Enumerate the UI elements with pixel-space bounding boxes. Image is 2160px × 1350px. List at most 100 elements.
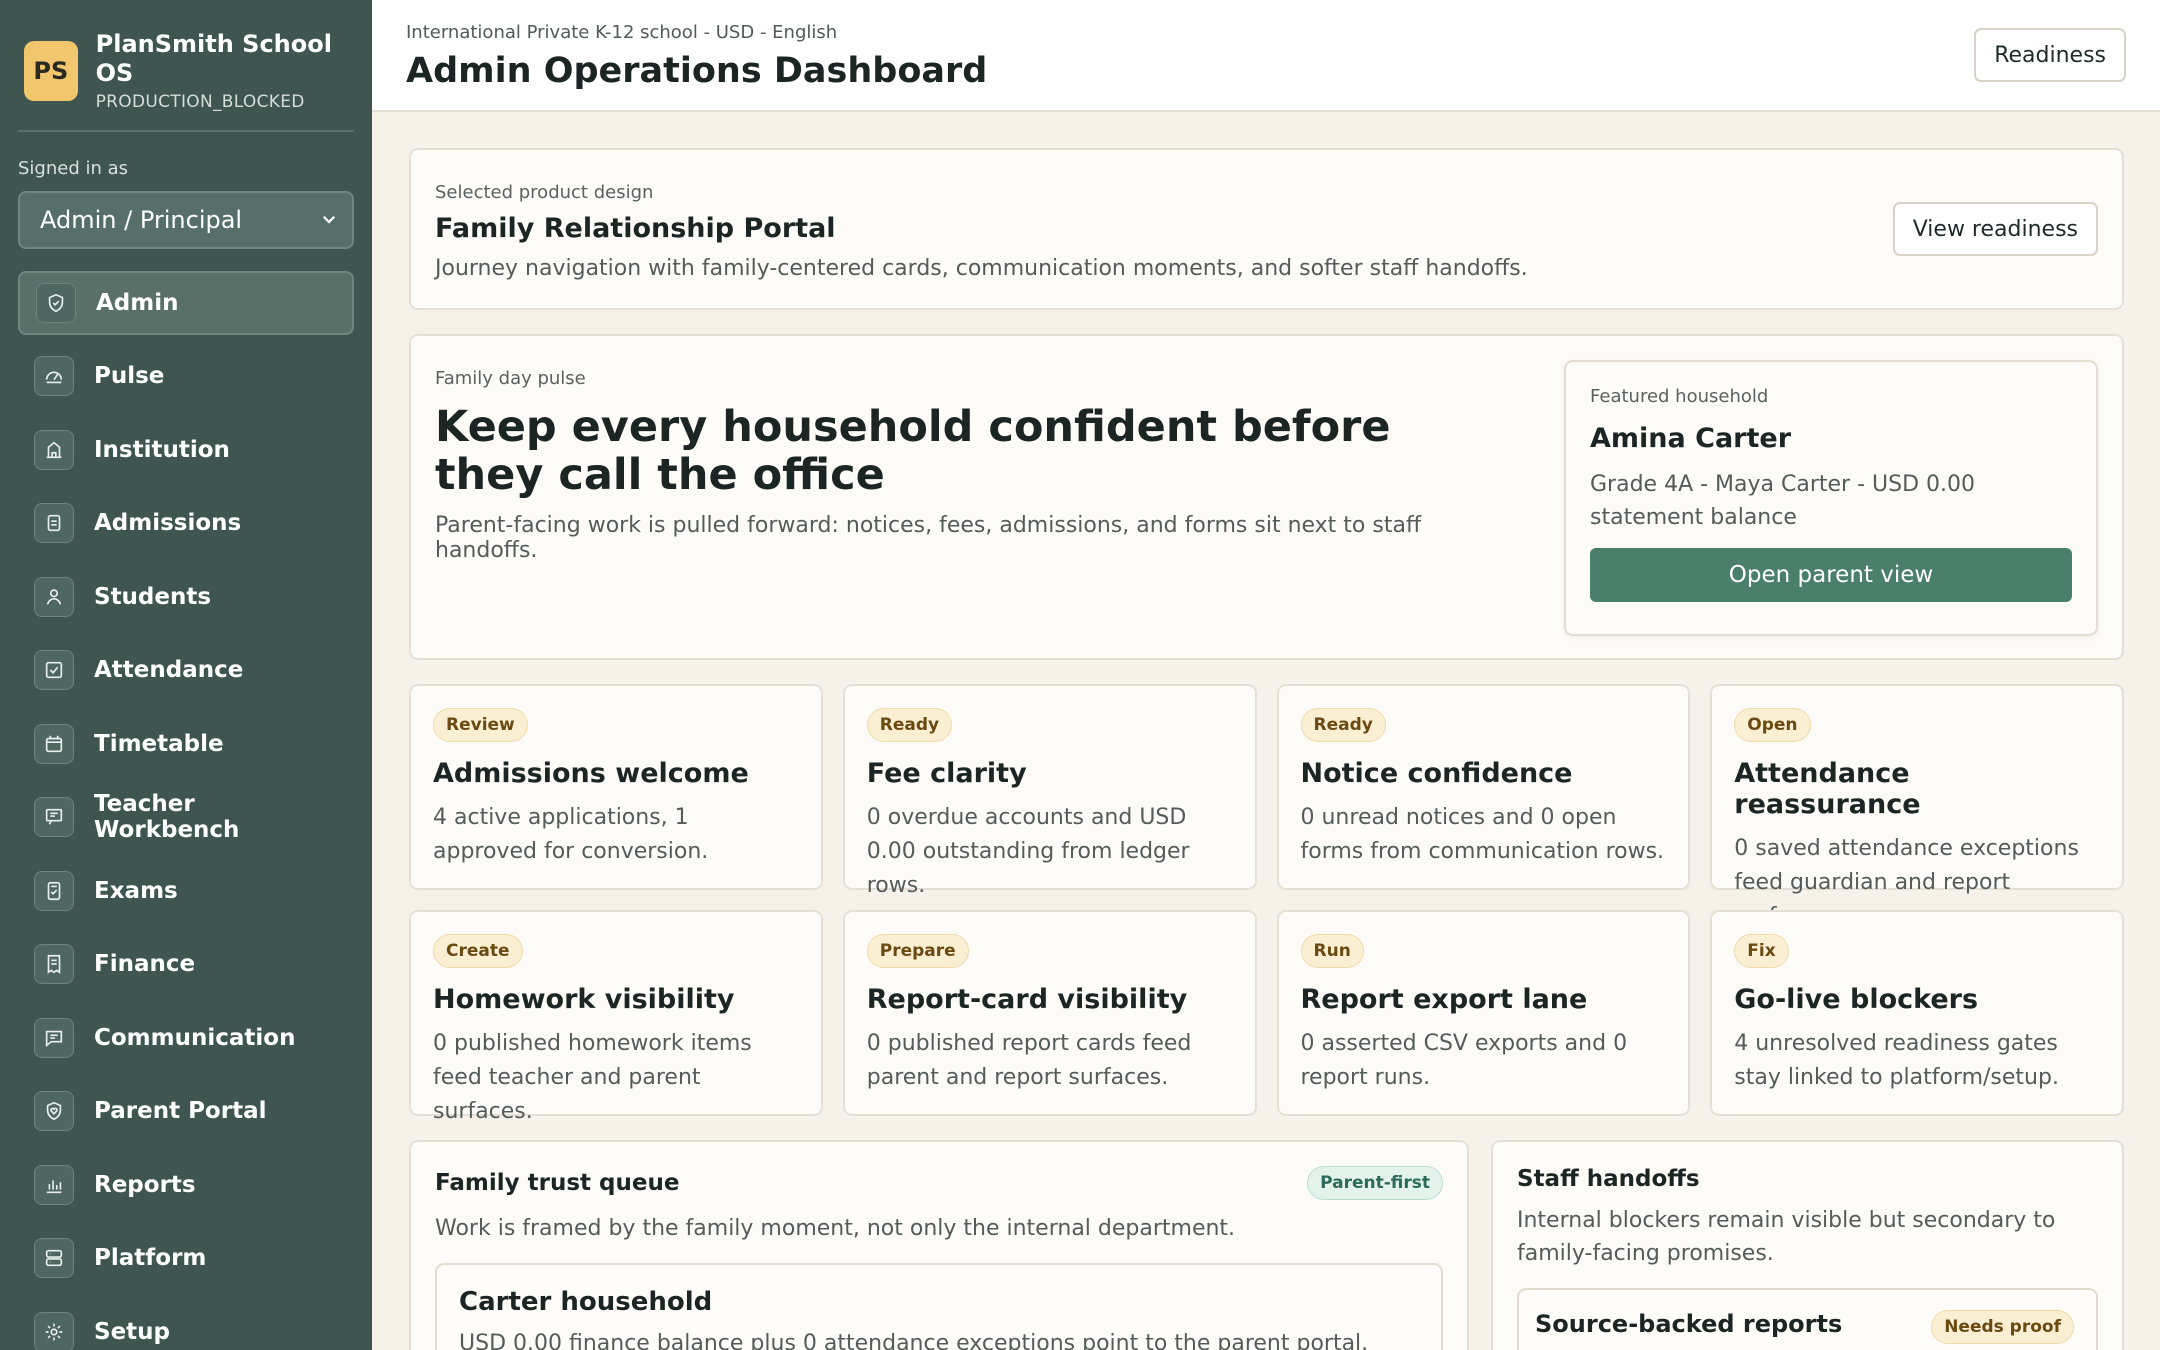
sidebar-item-label: Pulse: [94, 363, 165, 390]
role-select[interactable]: Admin / Principal: [18, 190, 354, 249]
status-badge: Run: [1300, 934, 1364, 968]
sidebar-item-pulse[interactable]: Pulse: [18, 344, 354, 408]
parent-first-badge: Parent-first: [1307, 1166, 1443, 1200]
sidebar-item-parent-portal[interactable]: Parent Portal: [18, 1079, 354, 1143]
metric-title: Admissions welcome: [433, 758, 749, 789]
brand: PS PlanSmith School OS PRODUCTION_BLOCKE…: [18, 28, 354, 132]
pulse-headline: Keep every household confident before th…: [435, 402, 1391, 501]
check-square-icon: [34, 650, 74, 691]
bar-chart-icon: [34, 1164, 74, 1205]
sidebar-item-label: Reports: [94, 1171, 196, 1198]
sidebar-item-label: Communication: [94, 1024, 296, 1051]
metric-title: Report-card visibility: [866, 984, 1188, 1015]
sidebar-item-teacher-workbench[interactable]: Teacher Workbench: [18, 785, 354, 849]
handoff-item-title: Source-backed reports: [1535, 1310, 1843, 1338]
design-label: Selected product design: [435, 182, 654, 203]
sidebar-item-institution[interactable]: Institution: [18, 418, 354, 482]
queue-title: Family trust queue: [435, 1170, 680, 1196]
featured-label: Featured household: [1590, 386, 1769, 407]
sidebar-item-setup[interactable]: Setup: [18, 1300, 354, 1350]
sidebar-item-students[interactable]: Students: [18, 565, 354, 629]
metric-description: 0 overdue accounts and USD 0.00 outstand…: [866, 805, 1190, 899]
handoff-item[interactable]: Source-backed reports Needs proof: [1517, 1288, 2098, 1350]
metric-title: Attendance reassurance: [1734, 758, 1921, 820]
status-badge: Ready: [866, 708, 953, 742]
sidebar-item-label: Setup: [94, 1318, 170, 1345]
metric-card-notice-confidence[interactable]: Ready Notice confidence 0 unread notices a…: [1276, 684, 1691, 890]
clipboard-icon: [34, 503, 74, 544]
status-badge: Fix: [1734, 934, 1789, 968]
sidebar-item-communication[interactable]: Communication: [18, 1006, 354, 1070]
sidebar-item-label: Admissions: [94, 510, 242, 537]
metric-card-admissions-welcome[interactable]: Review Admissions welcome 4 active applica…: [409, 684, 823, 890]
sidebar-item-reports[interactable]: Reports: [18, 1153, 354, 1217]
environment-status: PRODUCTION_BLOCKED: [95, 91, 305, 112]
readiness-button[interactable]: Readiness: [1974, 28, 2126, 82]
open-parent-view-button[interactable]: Open parent view: [1590, 548, 2072, 602]
sidebar-item-label: Timetable: [94, 730, 224, 757]
metric-card-go-live-blockers[interactable]: Fix Go-live blockers 4 unresolved readines…: [1710, 910, 2124, 1116]
design-description: Journey navigation with family-centered …: [435, 256, 1528, 281]
brand-name: PlanSmith School OS: [95, 30, 332, 87]
metric-title: Fee clarity: [866, 758, 1027, 789]
brand-logo: PS: [24, 40, 78, 101]
main-area: International Private K-12 school - USD …: [372, 0, 2160, 1350]
sidebar-item-label: Attendance: [94, 657, 244, 684]
status-badge: Prepare: [866, 934, 969, 968]
sidebar-item-admin[interactable]: Admin: [18, 270, 354, 335]
design-name: Family Relationship Portal: [435, 213, 836, 244]
metric-title: Notice confidence: [1300, 758, 1573, 789]
shield-icon: [36, 282, 76, 323]
sidebar-item-label: Institution: [94, 436, 230, 463]
selected-design-card: Selected product design Family Relations…: [409, 148, 2124, 310]
pulse-label: Family day pulse: [435, 368, 586, 389]
sidebar: PS PlanSmith School OS PRODUCTION_BLOCKE…: [0, 0, 372, 1350]
sidebar-item-finance[interactable]: Finance: [18, 932, 354, 996]
metric-card-homework-visibility[interactable]: Create Homework visibility 0 published hom…: [409, 910, 823, 1124]
metric-description: 0 published report cards feed parent and…: [866, 1031, 1192, 1091]
school-context: International Private K-12 school - USD …: [406, 22, 838, 43]
sidebar-item-label: Platform: [94, 1245, 207, 1272]
handoffs-description: Internal blockers remain visible but sec…: [1517, 1208, 2056, 1266]
sidebar-item-exams[interactable]: Exams: [18, 859, 354, 923]
topbar: International Private K-12 school - USD …: [372, 0, 2160, 112]
metric-grid: Review Admissions welcome 4 active applica…: [409, 684, 2124, 1124]
signed-in-label: Signed in as: [18, 157, 129, 179]
bottom-row: Family trust queue Parent-first Work is …: [409, 1140, 2124, 1350]
exam-icon: [34, 870, 74, 911]
gear-icon: [34, 1311, 74, 1350]
household-description: USD 0.00 finance balance plus 0 attendan…: [459, 1331, 1369, 1350]
user-icon: [34, 576, 74, 617]
sidebar-item-attendance[interactable]: Attendance: [18, 638, 354, 702]
message-icon: [34, 1017, 74, 1058]
metric-card-report-card-visibility[interactable]: Prepare Report-card visibility 0 published…: [842, 910, 1257, 1116]
sidebar-item-platform[interactable]: Platform: [18, 1226, 354, 1290]
sidebar-item-admissions[interactable]: Admissions: [18, 491, 354, 555]
staff-handoffs: Staff handoffs Internal blockers remain …: [1491, 1140, 2124, 1350]
queue-description: Work is framed by the family moment, not…: [435, 1216, 1236, 1241]
sidebar-item-label: Students: [94, 583, 212, 610]
sidebar-item-timetable[interactable]: Timetable: [18, 712, 354, 776]
view-readiness-button[interactable]: View readiness: [1892, 202, 2098, 256]
sidebar-item-label: Admin: [96, 289, 179, 316]
metric-title: Report export lane: [1300, 984, 1588, 1015]
metric-description: 0 unread notices and 0 open forms from c…: [1300, 805, 1665, 865]
metric-card-report-export-lane[interactable]: Run Report export lane 0 asserted CSV expo…: [1276, 910, 1691, 1116]
board-icon: [34, 797, 74, 838]
metric-card-fee-clarity[interactable]: Ready Fee clarity 0 overdue accounts and U…: [842, 684, 1257, 898]
sidebar-nav: Admin Pulse Institution Admissions Students A…: [18, 270, 354, 1350]
metric-description: 0 asserted CSV exports and 0 report runs…: [1300, 1031, 1628, 1091]
featured-household-name: Amina Carter: [1590, 423, 1792, 454]
household-card[interactable]: Carter household USD 0.00 finance balanc…: [435, 1263, 1443, 1350]
status-badge: Create: [433, 934, 523, 968]
status-badge: Open: [1734, 708, 1811, 742]
metric-description: 4 active applications, 1 approved for co…: [433, 805, 709, 865]
metric-description: 4 unresolved readiness gates stay linked…: [1734, 1031, 2059, 1091]
metric-card-attendance-reassurance[interactable]: Open Attendance reassurance 0 saved attend…: [1710, 684, 2124, 929]
pulse-description: Parent-facing work is pulled forward: no…: [435, 513, 1422, 564]
household-name: Carter household: [459, 1287, 713, 1317]
featured-household-description: Grade 4A - Maya Carter - USD 0.00 statem…: [1590, 472, 1975, 530]
metric-title: Homework visibility: [433, 984, 735, 1015]
family-pulse-card: Family day pulse Keep every household co…: [409, 334, 2124, 660]
chevron-down-icon: [320, 206, 338, 234]
